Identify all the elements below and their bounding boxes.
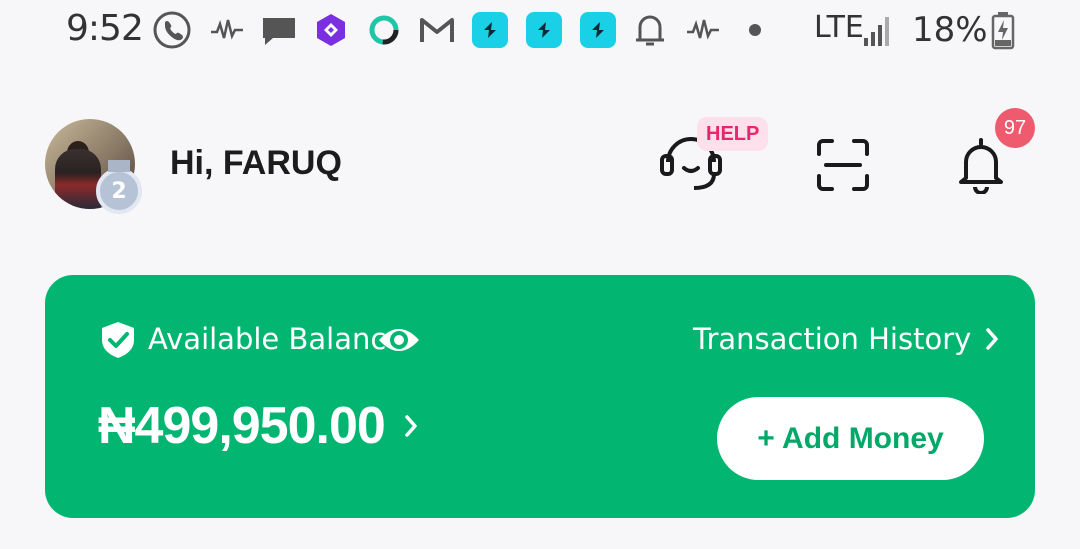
- transaction-history-link[interactable]: Transaction History: [693, 322, 999, 356]
- activity-wave-icon: [210, 10, 244, 50]
- purple-app-icon: [312, 10, 350, 50]
- circle-app-icon: [366, 10, 402, 50]
- balance-value: ₦499,950.00: [98, 397, 386, 455]
- notifications-button[interactable]: [956, 136, 1006, 195]
- fast-app-icon: [472, 10, 508, 50]
- fast-app-icon: [580, 10, 616, 50]
- status-time: 9:52: [66, 8, 144, 49]
- help-badge[interactable]: HELP: [697, 117, 769, 151]
- status-bar: 9:52 LTE 18%: [0, 0, 1080, 62]
- level-number: 2: [111, 178, 127, 204]
- avatar-person: [55, 149, 101, 209]
- balance-amount[interactable]: ₦499,950.00: [98, 396, 419, 456]
- chevron-right-icon: [986, 328, 999, 350]
- message-icon: [260, 10, 298, 50]
- notification-bell-icon: [959, 138, 1003, 195]
- eye-icon[interactable]: [377, 322, 421, 358]
- scan-button[interactable]: [816, 138, 870, 192]
- network-type: LTE: [814, 10, 864, 45]
- fast-app-icon: [526, 10, 562, 50]
- shield-check-icon: [100, 320, 136, 360]
- greeting-text: Hi, FARUQ: [170, 144, 342, 182]
- gmail-icon: [418, 10, 456, 50]
- signal-icon: [862, 10, 894, 50]
- available-balance-label: Available Balance: [148, 322, 405, 356]
- bell-icon: [632, 10, 668, 50]
- level-medal-icon: 2: [96, 160, 142, 214]
- medal-ribbon: [108, 160, 130, 172]
- app-screen: 9:52 LTE 18% 2 Hi, FARUQ HELP 97 Availab…: [0, 0, 1080, 549]
- transaction-history-label: Transaction History: [693, 322, 972, 356]
- activity-wave-icon: [686, 10, 720, 50]
- phone-call-icon: [152, 10, 192, 50]
- scan-icon: [817, 139, 869, 191]
- chevron-right-icon: [405, 415, 417, 437]
- dot-icon: [746, 10, 764, 50]
- battery-charging-icon: [990, 10, 1016, 50]
- battery-percent: 18%: [912, 10, 988, 50]
- notification-count-badge: 97: [995, 108, 1035, 148]
- add-money-button[interactable]: + Add Money: [717, 397, 984, 480]
